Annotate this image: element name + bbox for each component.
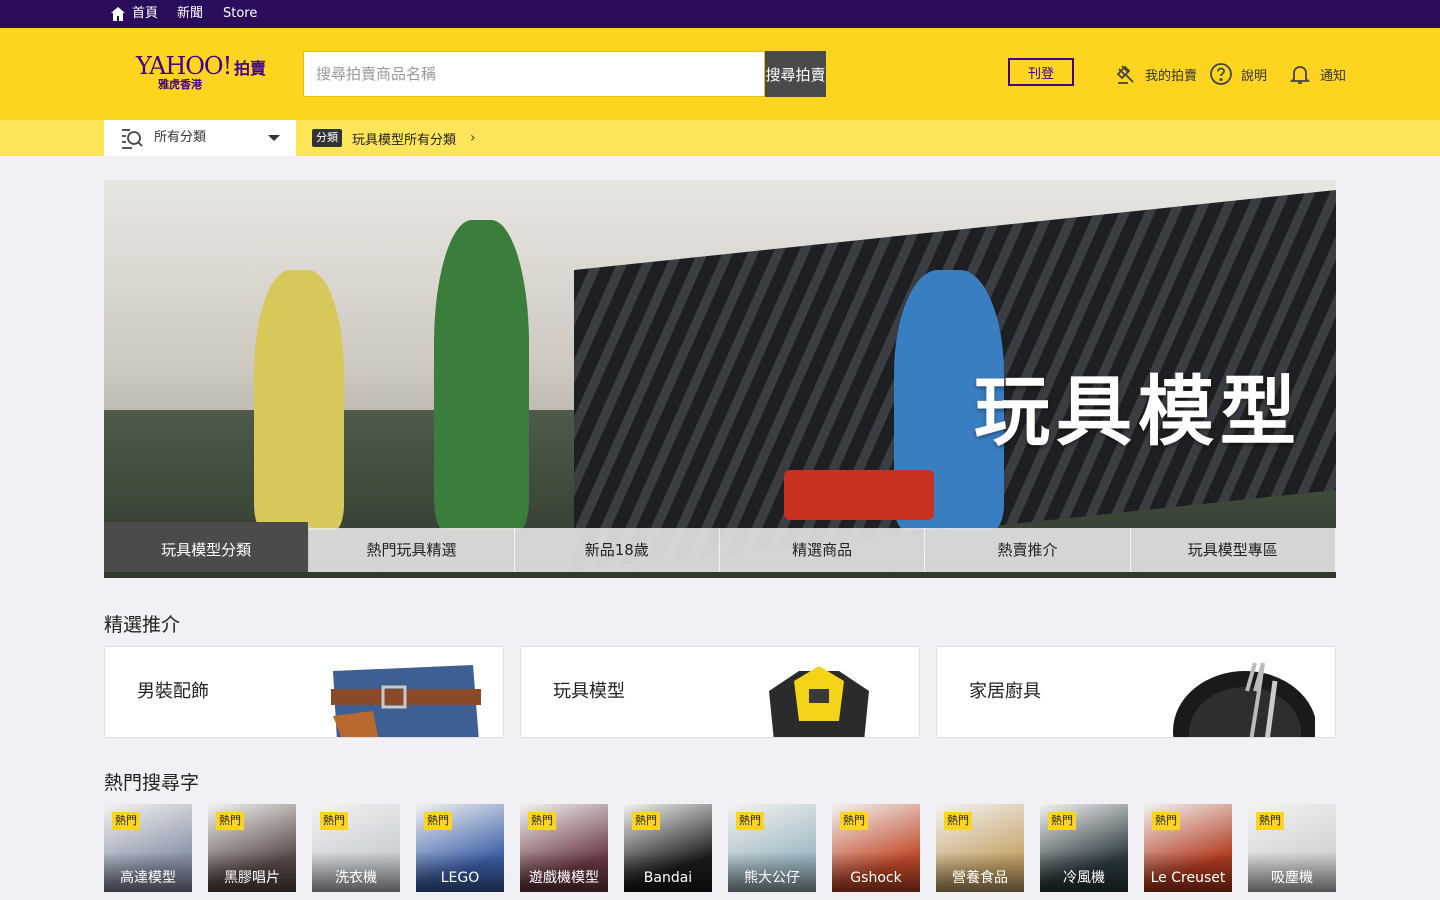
- hero-tab-4[interactable]: 精選商品: [720, 528, 926, 572]
- hot-search-item[interactable]: 熱門營養食品: [936, 804, 1024, 892]
- hot-search-item-label: 營養食品: [936, 852, 1024, 892]
- hot-search-item[interactable]: 熱門 LEGO: [416, 804, 504, 892]
- hot-search-item[interactable]: 熱門 Bandai: [624, 804, 712, 892]
- hot-search-item-label: Bandai: [624, 852, 712, 892]
- promo-card-menswear[interactable]: 男裝配飾: [104, 646, 504, 738]
- news-label: 新聞: [177, 6, 204, 21]
- hot-search-item[interactable]: 熱門吸塵機: [1248, 804, 1336, 892]
- hot-badge: 熱門: [216, 812, 244, 830]
- store-label: Store: [223, 6, 258, 21]
- topbar-store-link[interactable]: Store: [223, 0, 257, 28]
- hot-search-item-label: 洗衣機: [312, 852, 400, 892]
- hot-search-item-label: 遊戲機模型: [520, 852, 608, 892]
- hot-search-item-label: Le Creuset: [1144, 852, 1232, 892]
- hot-search-item-label: LEGO: [416, 852, 504, 892]
- hot-search-item-label: 高達模型: [104, 852, 192, 892]
- hot-badge: 熱門: [528, 812, 556, 830]
- promo-card-label: 玩具模型: [553, 681, 625, 702]
- hot-badge: 熱門: [1256, 812, 1284, 830]
- my-auction-link[interactable]: 我的拍賣: [1113, 61, 1197, 87]
- search-box: [303, 51, 765, 97]
- category-dropdown[interactable]: 所有分類: [104, 120, 296, 156]
- chevron-right-icon: ›: [470, 130, 476, 146]
- hot-badge: 熱門: [1152, 812, 1180, 830]
- hot-search-section-title: 熱門搜尋字: [104, 772, 200, 794]
- jeans-belt-image: [323, 661, 483, 737]
- hot-search-item[interactable]: 熱門冷風機: [1040, 804, 1128, 892]
- hot-search-item-label: 冷風機: [1040, 852, 1128, 892]
- promo-card-label: 男裝配飾: [137, 681, 209, 702]
- notification-label: 通知: [1320, 68, 1347, 84]
- help-label: 說明: [1241, 68, 1268, 84]
- topbar-home-link[interactable]: 首頁: [110, 0, 158, 28]
- hero-tab-1[interactable]: 玩具模型分類: [104, 522, 310, 572]
- robot-toy-image: [739, 661, 899, 737]
- hero-tab-6[interactable]: 玩具模型專區: [1131, 528, 1336, 572]
- hot-search-item[interactable]: 熱門遊戲機模型: [520, 804, 608, 892]
- chevron-down-icon: [268, 135, 280, 141]
- category-search-icon: [122, 129, 143, 149]
- bell-icon: [1289, 66, 1311, 84]
- sell-button[interactable]: 刊登: [1008, 58, 1074, 86]
- hot-badge: 熱門: [112, 812, 140, 830]
- hot-search-item-label: 吸塵機: [1248, 852, 1336, 892]
- hero-figure-yellow: [254, 270, 344, 530]
- yahoo-auction-logo[interactable]: YAHOO! 拍賣 雅虎香港: [136, 52, 276, 92]
- hot-badge: 熱門: [320, 812, 348, 830]
- gavel-icon: [1116, 65, 1134, 84]
- hot-search-item-label: 黑膠唱片: [208, 852, 296, 892]
- promo-card-kitchenware[interactable]: 家居廚具: [936, 646, 1336, 738]
- hero-figure-green: [434, 220, 529, 530]
- hot-search-item-label: Gshock: [832, 852, 920, 892]
- logo-region-text: 雅虎香港: [158, 78, 202, 91]
- hero-wheelbarrow: [784, 470, 934, 520]
- hero-tab-3[interactable]: 新品18歲: [515, 528, 720, 572]
- category-dropdown-label: 所有分類: [154, 130, 207, 145]
- site-header: YAHOO! 拍賣 雅虎香港 搜尋拍賣 刊登 我的拍賣 說明 通知: [0, 28, 1440, 120]
- hero-title: 玩具模型: [974, 367, 1302, 456]
- hot-badge: 熱門: [1048, 812, 1076, 830]
- search-button[interactable]: 搜尋拍賣: [765, 51, 826, 97]
- hero-banner[interactable]: 玩具模型 玩具模型分類 熱門玩具精選 新品18歲 精選商品 熱賣推介 玩具模型專…: [104, 180, 1336, 578]
- topbar-news-link[interactable]: 新聞: [177, 0, 203, 28]
- hot-search-item[interactable]: 熱門熊大公仔: [728, 804, 816, 892]
- hot-badge: 熱門: [840, 812, 868, 830]
- category-bar: 所有分類 分類 玩具模型所有分類 ›: [0, 120, 1440, 156]
- my-auction-label: 我的拍賣: [1145, 68, 1198, 84]
- hot-search-item[interactable]: 熱門 Gshock: [832, 804, 920, 892]
- pan-image: [1155, 661, 1315, 737]
- hot-search-item[interactable]: 熱門黑膠唱片: [208, 804, 296, 892]
- home-label: 首頁: [132, 6, 159, 21]
- help-link[interactable]: 說明: [1209, 61, 1267, 87]
- hot-search-item[interactable]: 熱門洗衣機: [312, 804, 400, 892]
- home-icon: [111, 7, 125, 21]
- hot-badge: 熱門: [424, 812, 452, 830]
- hero-tab-2[interactable]: 熱門玩具精選: [309, 528, 515, 572]
- hero-tabs: 玩具模型分類 熱門玩具精選 新品18歲 精選商品 熱賣推介 玩具模型專區: [104, 522, 1336, 572]
- hot-badge: 熱門: [944, 812, 972, 830]
- help-icon: [1210, 63, 1232, 85]
- featured-section-title: 精選推介: [104, 614, 181, 636]
- notification-link[interactable]: 通知: [1288, 61, 1346, 87]
- hot-search-item[interactable]: 熱門高達模型: [104, 804, 192, 892]
- promo-card-label: 家居廚具: [969, 681, 1041, 702]
- hot-badge: 熱門: [632, 812, 660, 830]
- hot-badge: 熱門: [736, 812, 764, 830]
- breadcrumb[interactable]: 分類 玩具模型所有分類 ›: [312, 128, 476, 148]
- breadcrumb-tag: 分類: [312, 129, 342, 147]
- hot-search-item-label: 熊大公仔: [728, 852, 816, 892]
- top-navigation-bar: 首頁 新聞 Store: [0, 0, 1440, 28]
- logo-auction-text: 拍賣: [234, 59, 267, 78]
- hot-search-item[interactable]: 熱門 Le Creuset: [1144, 804, 1232, 892]
- search-input[interactable]: [304, 52, 764, 96]
- breadcrumb-text: 玩具模型所有分類: [352, 132, 457, 148]
- promo-card-toys[interactable]: 玩具模型: [520, 646, 920, 738]
- hero-tab-5[interactable]: 熱賣推介: [925, 528, 1131, 572]
